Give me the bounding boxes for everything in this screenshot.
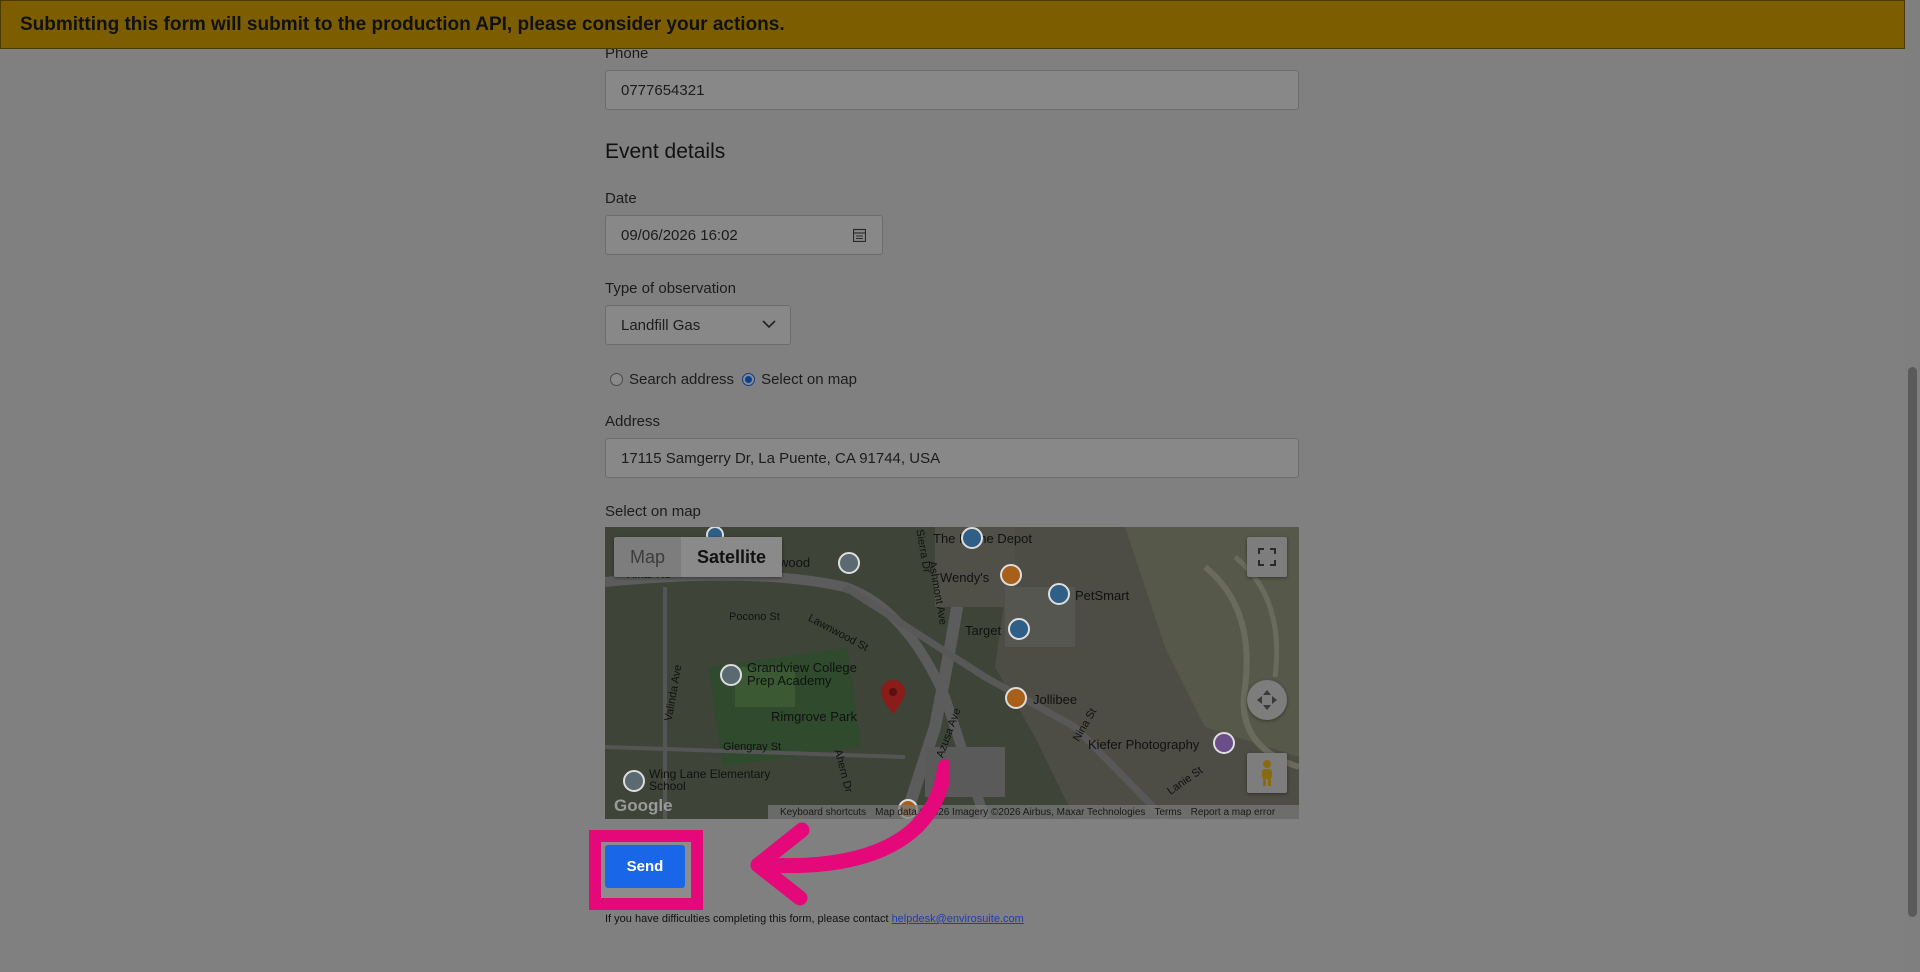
street-view-button[interactable] [1247, 753, 1287, 793]
date-value: 09/06/2026 16:02 [621, 226, 738, 244]
address-label: Address [605, 413, 661, 430]
phone-value: 0777654321 [621, 81, 705, 99]
map-label-jollibee: Jollibee [1033, 692, 1078, 707]
street-label-pocono: Pocono St [729, 611, 780, 623]
radio-select-on-map[interactable] [742, 373, 756, 386]
terms-link[interactable]: Terms [1154, 807, 1181, 818]
map-pin-icon[interactable] [881, 680, 905, 716]
type-select-value: Landfill Gas [621, 316, 701, 334]
fullscreen-button[interactable] [1247, 537, 1287, 577]
map-label-kiefer: Kiefer Photography [1088, 737, 1200, 752]
page-scrollbar[interactable] [1905, 0, 1920, 972]
map-type-satellite[interactable]: Satellite [681, 537, 783, 577]
date-field[interactable]: 09/06/2026 16:02 [605, 215, 883, 255]
map-label-petsmart: PetSmart [1075, 588, 1130, 603]
send-button[interactable]: Send [605, 845, 685, 888]
camera-control-button[interactable] [1247, 680, 1287, 720]
location-mode-radio-group: Search address Select on map [610, 371, 857, 388]
type-select[interactable]: Landfill Gas [605, 305, 791, 345]
date-label: Date [605, 190, 637, 207]
map-label-grandview: Grandview College Prep Academy [747, 660, 857, 688]
camera-control-icon [1257, 690, 1277, 710]
help-text-prefix: If you have difficulties completing this… [605, 913, 892, 925]
fullscreen-icon [1258, 548, 1276, 566]
help-text: If you have difficulties completing this… [605, 913, 1024, 925]
warning-banner-text: Submitting this form will submit to the … [20, 13, 785, 35]
type-label: Type of observation [605, 280, 736, 297]
chevron-down-icon [762, 320, 776, 329]
event-details-heading: Event details [605, 140, 726, 163]
map-type-map[interactable]: Map [614, 537, 681, 577]
google-logo: Google [614, 796, 673, 815]
scrollbar-thumb[interactable] [1908, 367, 1917, 917]
address-value: 17115 Samgerry Dr, La Puente, CA 91744, … [621, 449, 941, 467]
map-label-home-depot: The Home Depot [933, 531, 1032, 546]
map-widget[interactable]: The Home Depot Wendy's PetSmart Target J… [605, 527, 1299, 819]
street-label-glengray: Glengray St [723, 741, 782, 753]
radio-select-on-map-label[interactable]: Select on map [761, 371, 857, 388]
pegman-icon [1262, 760, 1272, 786]
radio-search-address[interactable] [610, 373, 623, 386]
warning-banner: Submitting this form will submit to the … [0, 0, 1905, 49]
report-map-error-link[interactable]: Report a map error [1191, 807, 1275, 818]
annotation-arrow [750, 759, 950, 906]
helpdesk-email-link[interactable]: helpdesk@envirosuite.com [892, 913, 1024, 925]
map-label-target: Target [965, 623, 1002, 638]
phone-field[interactable]: 0777654321 [605, 70, 1299, 110]
address-field[interactable]: 17115 Samgerry Dr, La Puente, CA 91744, … [605, 438, 1299, 478]
map-type-toggle: Map Satellite [614, 537, 783, 577]
calendar-icon[interactable] [853, 228, 866, 242]
map-label-wendys: Wendy's [940, 570, 990, 585]
map-label-rimgrove: Rimgrove Park [771, 709, 857, 724]
select-on-map-label: Select on map [605, 503, 701, 520]
radio-search-address-label[interactable]: Search address [629, 371, 734, 388]
